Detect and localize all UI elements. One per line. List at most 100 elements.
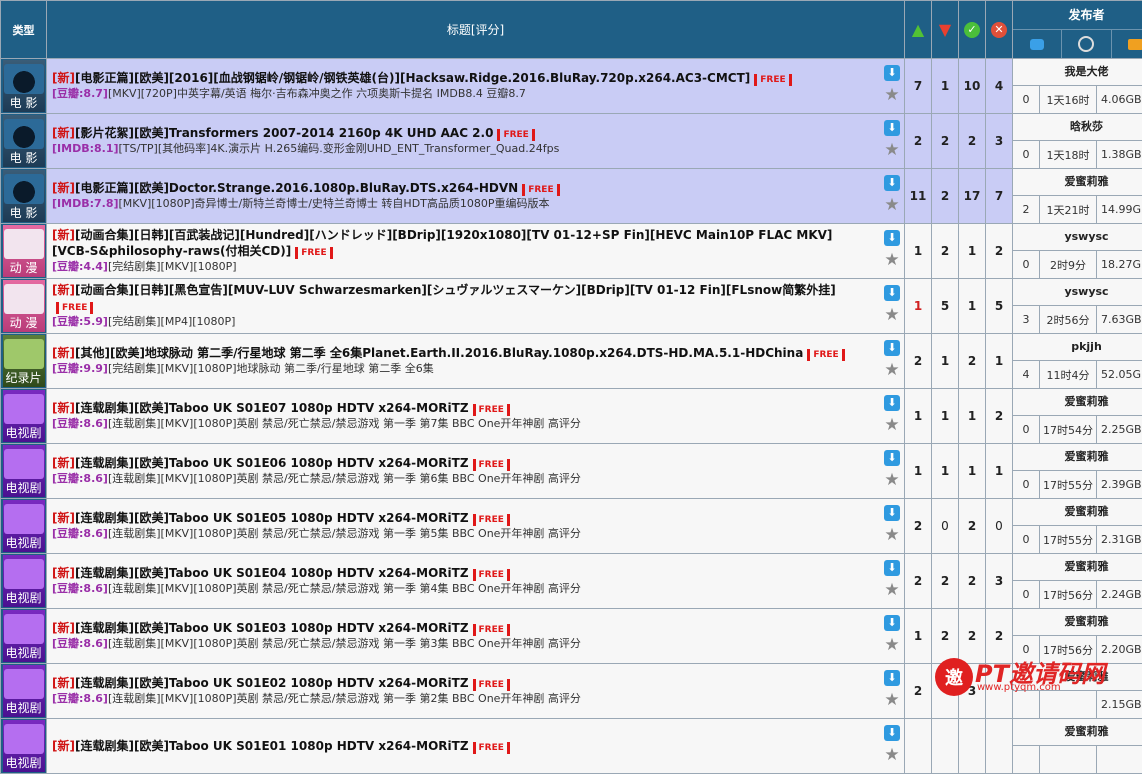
publisher-name[interactable]: 爱蜜莉雅 (1013, 389, 1142, 416)
seeders-count[interactable]: 2 (905, 114, 932, 169)
torrent-title-link[interactable]: [新][影片花絮][欧美]Transformers 2007-2014 2160… (52, 126, 493, 140)
download-icon[interactable]: ⬇ (884, 120, 900, 136)
category-tv-icon[interactable]: 电视剧 (3, 555, 45, 607)
completed-count[interactable] (959, 719, 986, 774)
seeders-count[interactable]: 7 (905, 59, 932, 114)
seeders-count[interactable]: 2 (905, 664, 932, 719)
seeders-count[interactable]: 1 (905, 444, 932, 499)
download-icon[interactable]: ⬇ (884, 395, 900, 411)
bookmark-star-icon[interactable]: ★ (884, 472, 900, 488)
seeders-count[interactable]: 2 (905, 499, 932, 554)
leechers-count[interactable]: 2 (932, 554, 959, 609)
category-movie-icon[interactable]: 电 影 (3, 60, 45, 112)
category-tv-icon[interactable]: 电视剧 (3, 720, 45, 772)
completed-count[interactable]: 1 (959, 224, 986, 279)
category-anime-icon[interactable]: 动 漫 (3, 225, 45, 277)
torrent-title-link[interactable]: [新][动画合集][日韩][百武装战记][Hundred][ハンドレッド][BD… (52, 228, 832, 258)
publisher-name[interactable]: 晗秋莎 (1013, 114, 1142, 141)
comment-count[interactable]: 0 (1013, 141, 1039, 168)
bookmark-star-icon[interactable]: ★ (884, 527, 900, 543)
comment-count[interactable]: 3 (1013, 306, 1039, 333)
torrent-title-link[interactable]: [新][其他][欧美]地球脉动 第二季/行星地球 第二季 全6集Planet.E… (52, 346, 803, 360)
torrent-title-link[interactable]: [新][连载剧集][欧美]Taboo UK S01E06 1080p HDTV … (52, 456, 469, 470)
torrent-title-link[interactable]: [新][连载剧集][欧美]Taboo UK S01E02 1080p HDTV … (52, 676, 469, 690)
publisher-name[interactable]: yswysc (1013, 279, 1142, 306)
comment-count[interactable]: 0 (1013, 416, 1039, 443)
category-doc-icon[interactable]: 纪录片 (3, 335, 45, 387)
size-sort[interactable] (1111, 30, 1142, 58)
comment-count[interactable]: 0 (1013, 471, 1039, 498)
torrent-title-link[interactable]: [新][电影正篇][欧美]Doctor.Strange.2016.1080p.B… (52, 181, 518, 195)
bookmark-star-icon[interactable]: ★ (884, 417, 900, 433)
leechers-count[interactable]: 2 (932, 169, 959, 224)
completed-count[interactable]: 1 (959, 279, 986, 334)
download-icon[interactable]: ⬇ (884, 340, 900, 356)
leechers-count[interactable]: 1 (932, 389, 959, 444)
category-tv-icon[interactable]: 电视剧 (3, 665, 45, 717)
seeders-count[interactable] (905, 719, 932, 774)
torrent-title-link[interactable]: [新][电影正篇][欧美][2016][血战钢锯岭/钢锯岭/钢铁英雄(台)][H… (52, 71, 750, 85)
comment-count[interactable]: 0 (1013, 581, 1039, 608)
bookmark-star-icon[interactable]: ★ (884, 307, 900, 323)
seeders-count[interactable]: 1 (905, 389, 932, 444)
completed-count[interactable]: 2 (959, 554, 986, 609)
download-icon[interactable]: ⬇ (884, 725, 900, 741)
publisher-name[interactable]: pkjjh (1013, 334, 1142, 361)
title-column-header[interactable]: 标题[评分] (47, 1, 905, 59)
bookmark-star-icon[interactable]: ★ (884, 197, 900, 213)
seeders-column-header[interactable]: ▲ (905, 1, 932, 59)
seeders-count[interactable]: 1 (905, 224, 932, 279)
download-icon[interactable]: ⬇ (884, 175, 900, 191)
category-movie-icon[interactable]: 电 影 (3, 170, 45, 222)
comment-count[interactable]: 0 (1013, 526, 1039, 553)
leechers-count[interactable]: 2 (932, 609, 959, 664)
download-icon[interactable]: ⬇ (884, 65, 900, 81)
leechers-count[interactable]: 1 (932, 59, 959, 114)
bookmark-star-icon[interactable]: ★ (884, 747, 900, 763)
publisher-name[interactable]: 爱蜜莉雅 (1013, 554, 1142, 581)
leechers-count[interactable]: 1 (932, 444, 959, 499)
category-tv-icon[interactable]: 电视剧 (3, 390, 45, 442)
completed-column-header[interactable]: ✓ (959, 1, 986, 59)
publisher-header-label[interactable]: 发布者 (1013, 1, 1142, 30)
leechers-count[interactable]: 2 (932, 224, 959, 279)
bookmark-star-icon[interactable]: ★ (884, 692, 900, 708)
type-column-header[interactable]: 类型 (1, 1, 47, 59)
publisher-name[interactable]: 爱蜜莉雅 (1013, 719, 1142, 746)
completed-count[interactable]: 10 (959, 59, 986, 114)
category-tv-icon[interactable]: 电视剧 (3, 500, 45, 552)
comments-sort[interactable] (1013, 30, 1061, 58)
torrent-title-link[interactable]: [新][连载剧集][欧美]Taboo UK S01E05 1080p HDTV … (52, 511, 469, 525)
leechers-count[interactable]: 0 (932, 499, 959, 554)
category-anime-icon[interactable]: 动 漫 (3, 280, 45, 332)
leechers-count[interactable]: 2 (932, 114, 959, 169)
comment-count[interactable]: 4 (1013, 361, 1039, 388)
torrent-title-link[interactable]: [新][连载剧集][欧美]Taboo UK S01E04 1080p HDTV … (52, 566, 469, 580)
download-icon[interactable]: ⬇ (884, 615, 900, 631)
comment-count[interactable]: 0 (1013, 86, 1039, 113)
bookmark-star-icon[interactable]: ★ (884, 87, 900, 103)
category-movie-icon[interactable]: 电 影 (3, 115, 45, 167)
leechers-count[interactable]: 1 (932, 334, 959, 389)
publisher-name[interactable]: yswysc (1013, 224, 1142, 251)
category-tv-icon[interactable]: 电视剧 (3, 610, 45, 662)
leechers-count[interactable] (932, 719, 959, 774)
leechers-column-header[interactable]: ▼ (932, 1, 959, 59)
publisher-name[interactable]: 我是大佬 (1013, 59, 1142, 86)
torrent-title-link[interactable]: [新][连载剧集][欧美]Taboo UK S01E07 1080p HDTV … (52, 401, 469, 415)
publisher-name[interactable]: 爱蜜莉雅 (1013, 609, 1142, 636)
bookmark-star-icon[interactable]: ★ (884, 637, 900, 653)
download-icon[interactable]: ⬇ (884, 230, 900, 246)
completed-count[interactable]: 1 (959, 444, 986, 499)
seeders-count[interactable]: 1 (905, 609, 932, 664)
torrent-title-link[interactable]: [新][连载剧集][欧美]Taboo UK S01E03 1080p HDTV … (52, 621, 469, 635)
bookmark-star-icon[interactable]: ★ (884, 252, 900, 268)
category-tv-icon[interactable]: 电视剧 (3, 445, 45, 497)
torrent-title-link[interactable]: [新][动画合集][日韩][黑色宣告][MUV-LUV Schwarzesmar… (52, 283, 836, 297)
completed-count[interactable]: 17 (959, 169, 986, 224)
completed-count[interactable]: 2 (959, 114, 986, 169)
download-icon[interactable]: ⬇ (884, 670, 900, 686)
torrent-title-link[interactable]: [新][连载剧集][欧美]Taboo UK S01E01 1080p HDTV … (52, 739, 469, 753)
bookmark-star-icon[interactable]: ★ (884, 362, 900, 378)
snatched-column-header[interactable]: ✕ (986, 1, 1013, 59)
